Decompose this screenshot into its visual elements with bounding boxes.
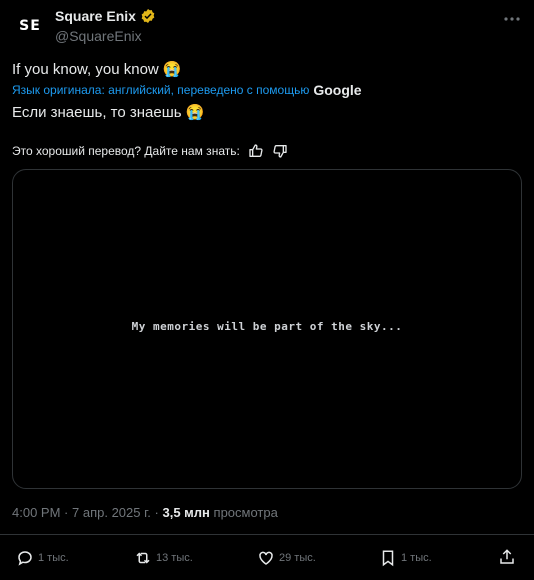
bookmark-count: 1 тыс.	[401, 552, 432, 564]
action-bar: 1 тыс. 13 тыс. 29 тыс. 1 тыс.	[0, 543, 534, 573]
reply-button[interactable]: 1 тыс.	[16, 549, 69, 567]
like-count: 29 тыс.	[279, 552, 316, 564]
reply-icon	[18, 551, 32, 566]
views-count: 3,5 млн	[162, 505, 210, 520]
share-button[interactable]	[498, 548, 516, 566]
translation-note: Язык оригинала: английский, переведено с…	[12, 82, 362, 98]
verified-badge-icon	[141, 9, 155, 23]
repost-icon	[136, 552, 150, 564]
repost-button[interactable]: 13 тыс.	[134, 549, 193, 567]
author-name-row: Square Enix	[55, 8, 156, 24]
meta-separator: ·	[154, 505, 159, 520]
bookmark-button[interactable]: 1 тыс.	[379, 549, 432, 567]
views-label: просмотра	[213, 505, 278, 520]
reply-count: 1 тыс.	[38, 552, 69, 564]
tweet-meta: 4:00 PM · 7 апр. 2025 г. · 3,5 млн просм…	[12, 505, 278, 520]
meta-separator: ·	[64, 505, 69, 520]
tweet-text: If you know, you know 😭	[12, 61, 182, 78]
bookmark-icon	[382, 550, 394, 567]
author-display-name[interactable]: Square Enix	[55, 8, 136, 24]
google-logo: Google	[313, 82, 362, 98]
rate-prompt: Это хороший перевод? Дайте нам знать:	[12, 144, 240, 158]
thumbs-down-icon[interactable]	[272, 143, 288, 159]
heart-icon	[259, 551, 273, 565]
more-options-icon[interactable]	[502, 12, 522, 26]
divider	[0, 534, 534, 535]
like-button[interactable]: 29 тыс.	[257, 549, 316, 567]
media-image[interactable]: My memories will be part of the sky...	[12, 169, 522, 489]
avatar[interactable]: SE	[12, 8, 48, 44]
repost-count: 13 тыс.	[156, 552, 193, 564]
author-handle[interactable]: @SquareEnix	[55, 28, 142, 44]
translated-text: Если знаешь, то знаешь 😭	[12, 104, 205, 121]
image-caption-text: My memories will be part of the sky...	[131, 320, 403, 333]
thumbs-up-icon[interactable]	[248, 143, 264, 159]
translation-rating: Это хороший перевод? Дайте нам знать:	[12, 143, 288, 159]
translation-note-text[interactable]: Язык оригинала: английский, переведено с…	[12, 83, 309, 97]
tweet-date[interactable]: 7 апр. 2025 г.	[72, 505, 151, 520]
share-icon	[500, 549, 514, 564]
tweet-time[interactable]: 4:00 PM	[12, 505, 60, 520]
tweet-header: SE Square Enix @SquareEnix	[12, 6, 522, 46]
